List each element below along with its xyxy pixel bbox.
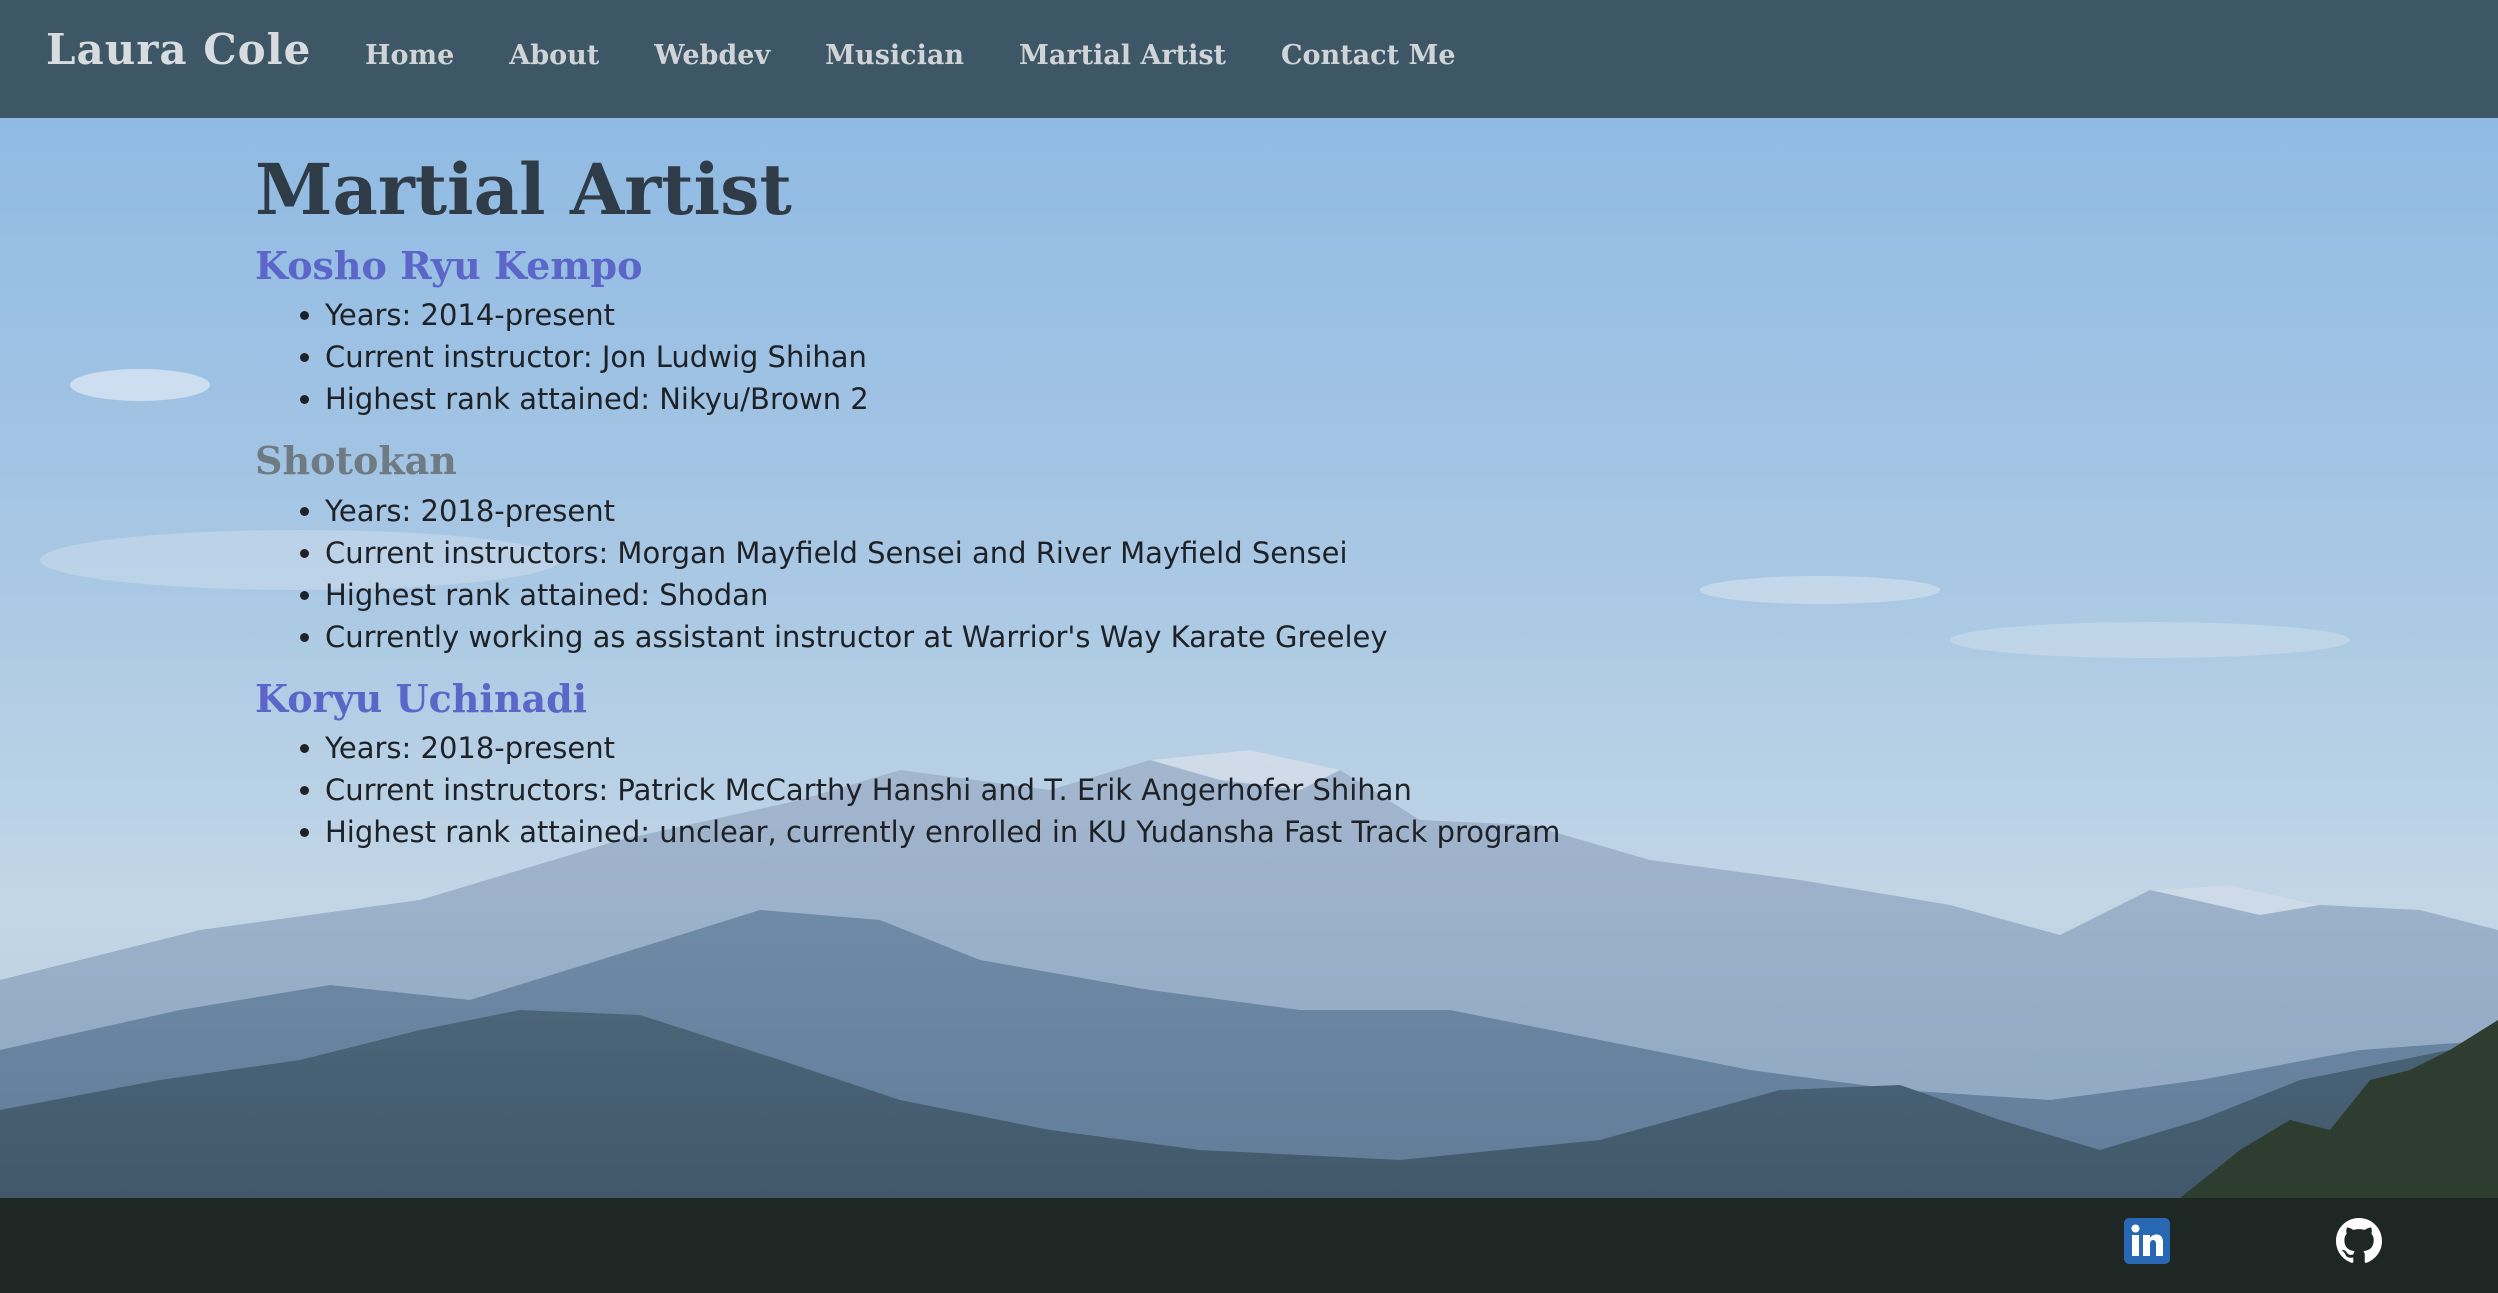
main-content: Martial Artist Kosho Ryu Kempo Years: 20… (255, 148, 1955, 871)
nav-link-about[interactable]: About (509, 40, 599, 71)
footer (0, 1198, 2498, 1293)
nav-link-webdev[interactable]: Webdev (654, 40, 770, 71)
list-item: Years: 2014-present (325, 294, 1955, 336)
nav-link-home[interactable]: Home (365, 40, 454, 71)
linkedin-icon[interactable] (2124, 1218, 2170, 1264)
list-item: Highest rank attained: Nikyu/Brown 2 (325, 378, 1955, 420)
list-item: Current instructors: Patrick McCarthy Ha… (325, 769, 1955, 811)
detail-list: Years: 2014-present Current instructor: … (255, 294, 1955, 420)
nav-link-musician[interactable]: Musician (825, 40, 964, 71)
section-heading: Kosho Ryu Kempo (255, 242, 643, 288)
detail-list: Years: 2018-present Current instructors:… (255, 490, 1955, 658)
detail-list: Years: 2018-present Current instructors:… (255, 727, 1955, 853)
list-item: Highest rank attained: Shodan (325, 574, 1955, 616)
list-item: Years: 2018-present (325, 490, 1955, 532)
nav-link-contact-me[interactable]: Contact Me (1281, 40, 1455, 71)
section-koryu-uchinadi: Koryu Uchinadi Years: 2018-present Curre… (255, 676, 1955, 854)
nav-links: Home About Webdev Musician Martial Artis… (365, 40, 1511, 71)
list-item: Current instructors: Morgan Mayfield Sen… (325, 532, 1955, 574)
section-heading: Koryu Uchinadi (255, 675, 588, 721)
nav-link-martial-artist[interactable]: Martial Artist (1019, 40, 1226, 71)
section-shotokan: Shotokan Years: 2018-present Current ins… (255, 438, 1955, 658)
list-item: Currently working as assistant instructo… (325, 616, 1955, 658)
list-item: Years: 2018-present (325, 727, 1955, 769)
site-brand-link[interactable]: Laura Cole (46, 25, 311, 74)
github-icon[interactable] (2336, 1218, 2382, 1264)
page-title: Martial Artist (255, 148, 792, 231)
list-item: Current instructor: Jon Ludwig Shihan (325, 336, 1955, 378)
list-item: Highest rank attained: unclear, currentl… (325, 811, 1955, 853)
section-kosho-ryu-kempo: Kosho Ryu Kempo Years: 2014-present Curr… (255, 243, 1955, 421)
section-heading: Shotokan (255, 438, 457, 484)
top-navbar: Laura Cole Home About Webdev Musician Ma… (0, 0, 2498, 118)
